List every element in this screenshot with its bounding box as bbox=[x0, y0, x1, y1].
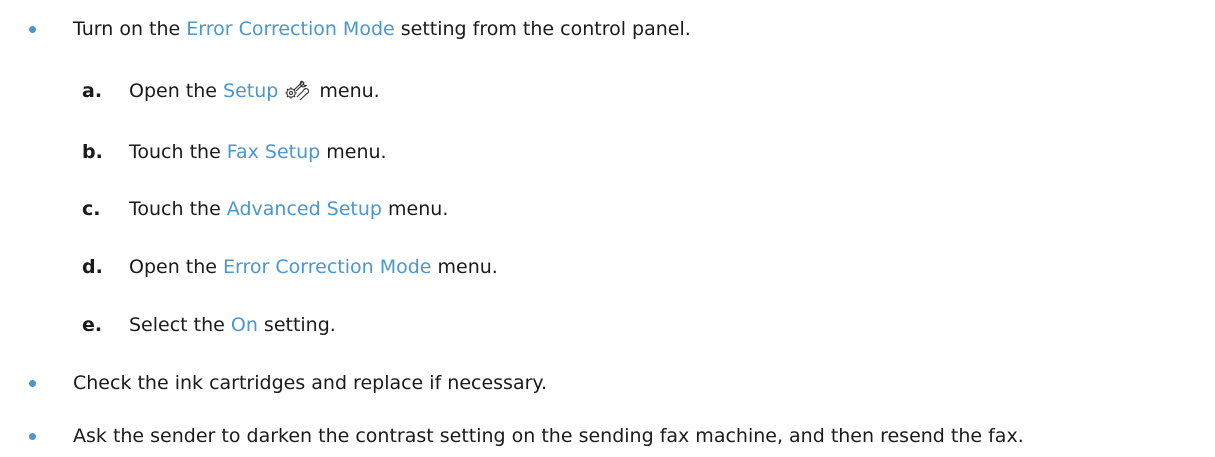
bullet-item-1: Turn on the Error Correction Mode settin… bbox=[73, 17, 691, 41]
step-b-text: Touch the Fax Setup menu. bbox=[129, 140, 387, 164]
advanced-setup-menu-link: Advanced Setup bbox=[226, 198, 382, 220]
step-e-before: Select the bbox=[129, 314, 231, 336]
step-d-text: Open the Error Correction Mode menu. bbox=[129, 255, 498, 279]
setup-wrench-gear-icon bbox=[283, 79, 310, 107]
error-correction-mode-link: Error Correction Mode bbox=[186, 18, 395, 40]
step-letter-b: b. bbox=[82, 141, 103, 163]
bullet-item-3: Ask the sender to darken the contrast se… bbox=[73, 425, 1024, 447]
troubleshooting-list: Turn on the Error Correction Mode settin… bbox=[0, 0, 1215, 457]
fax-setup-menu-link: Fax Setup bbox=[226, 141, 321, 163]
step-a-text: Open the Setup menu. bbox=[129, 79, 380, 107]
bullet-marker bbox=[29, 380, 36, 387]
step-a-before: Open the bbox=[129, 80, 224, 102]
step-c-text: Touch the Advanced Setup menu. bbox=[129, 197, 448, 221]
step-e-text: Select the On setting. bbox=[129, 313, 336, 337]
step-b-after: menu. bbox=[320, 141, 387, 163]
bullet-1-text-before: Turn on the bbox=[73, 18, 187, 40]
bullet-item-2: Check the ink cartridges and replace if … bbox=[73, 372, 547, 394]
step-letter-a: a. bbox=[82, 80, 103, 102]
step-letter-c: c. bbox=[82, 198, 101, 220]
step-d-after: menu. bbox=[431, 256, 498, 278]
error-correction-mode-menu-link: Error Correction Mode bbox=[223, 256, 432, 278]
step-letter-e: e. bbox=[82, 314, 103, 336]
step-c-before: Touch the bbox=[129, 198, 227, 220]
step-a-after: menu. bbox=[313, 80, 380, 102]
step-d-before: Open the bbox=[129, 256, 224, 278]
step-letter-d: d. bbox=[82, 256, 103, 278]
bullet-marker bbox=[29, 433, 36, 440]
bullet-1-text-after: setting from the control panel. bbox=[394, 18, 691, 40]
step-c-after: menu. bbox=[382, 198, 449, 220]
on-setting-link: On bbox=[230, 314, 258, 336]
step-e-after: setting. bbox=[257, 314, 336, 336]
bullet-marker bbox=[29, 26, 36, 33]
setup-menu-link: Setup bbox=[223, 80, 279, 102]
step-b-before: Touch the bbox=[129, 141, 227, 163]
